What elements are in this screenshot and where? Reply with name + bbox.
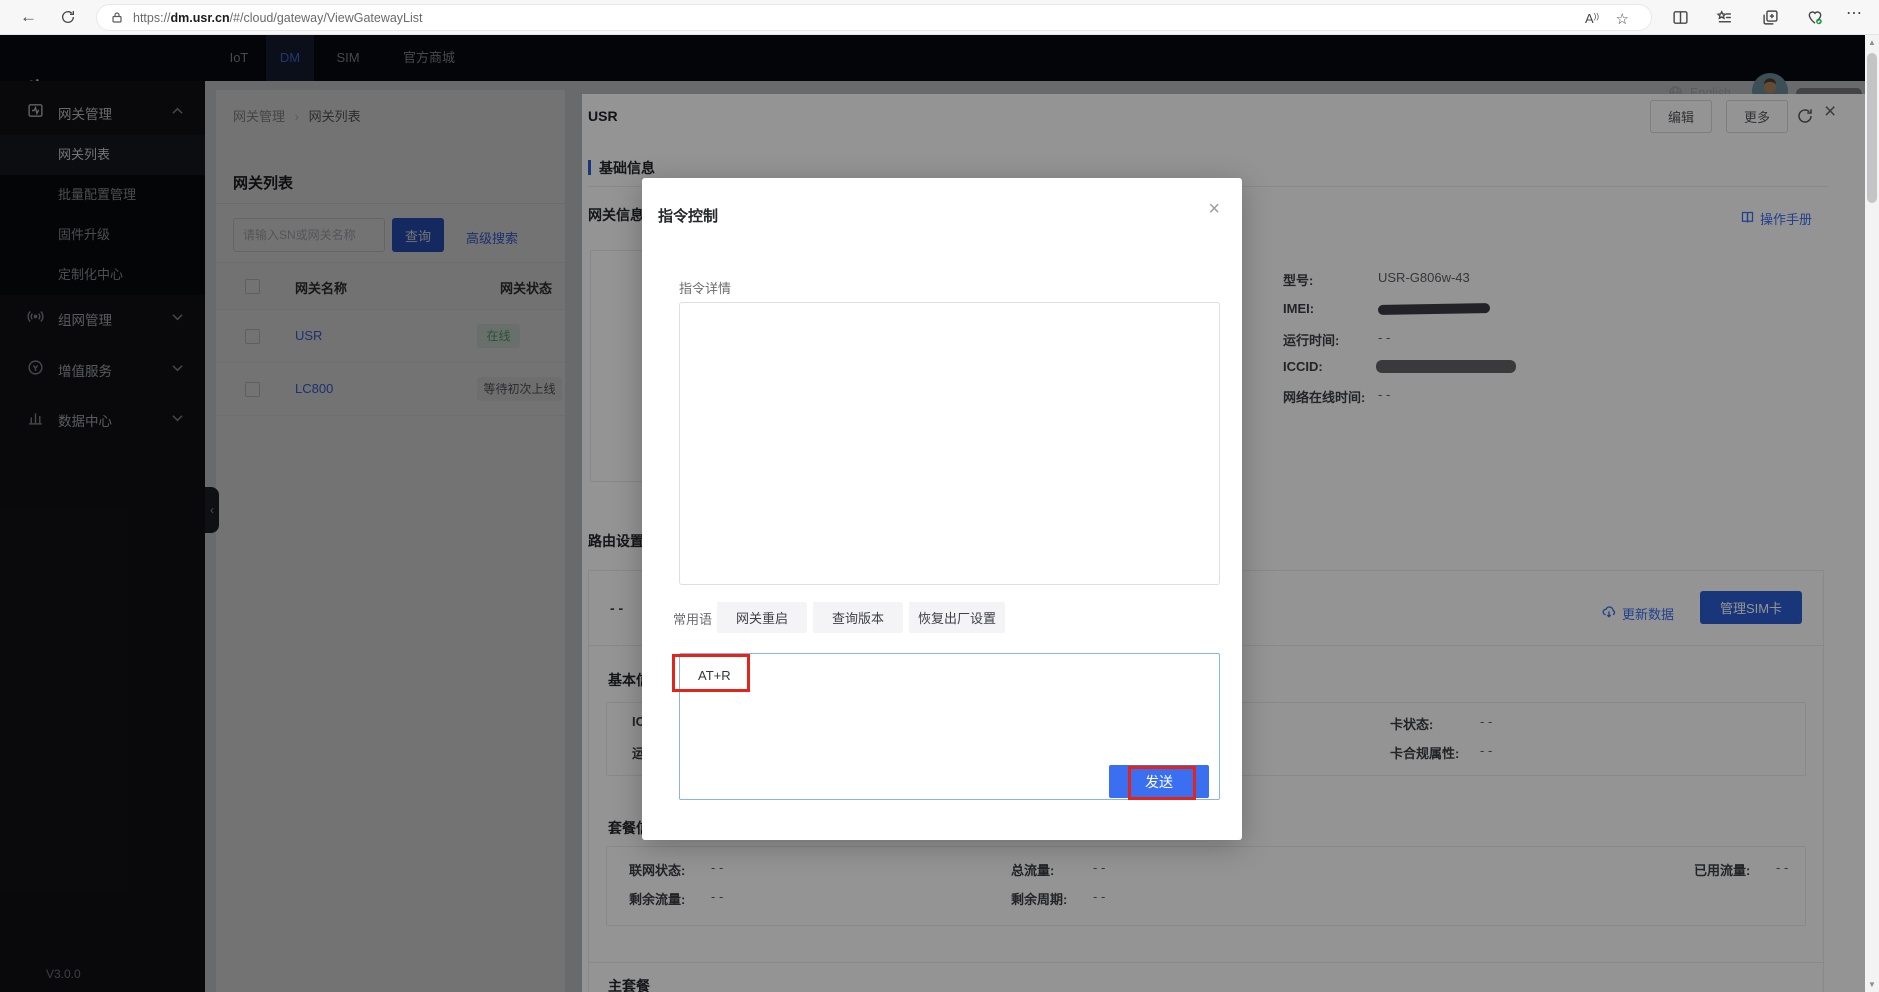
quick-button-factory-reset[interactable]: 恢复出厂设置: [909, 602, 1005, 633]
modal-title: 指令控制: [658, 205, 718, 226]
command-detail-label: 指令详情: [679, 278, 731, 297]
quick-button-reboot[interactable]: 网关重启: [717, 602, 807, 633]
scroll-down-icon[interactable]: ▼: [1865, 980, 1879, 989]
browser-refresh-icon[interactable]: [60, 9, 76, 25]
scroll-up-icon[interactable]: ▲: [1865, 38, 1879, 47]
split-screen-icon[interactable]: [1672, 9, 1689, 26]
read-aloud-icon[interactable]: A)): [1585, 11, 1599, 26]
modal-close-icon[interactable]: ×: [1208, 198, 1220, 221]
url-text[interactable]: https://dm.usr.cn/#/cloud/gateway/ViewGa…: [133, 11, 423, 25]
command-input-box[interactable]: AT+R 发送: [679, 653, 1220, 800]
favorites-list-icon[interactable]: [1716, 9, 1733, 26]
quick-button-query-version[interactable]: 查询版本: [813, 602, 903, 633]
favorite-star-icon[interactable]: ☆: [1616, 10, 1629, 28]
scrollbar-thumb[interactable]: [1867, 53, 1877, 203]
address-bar[interactable]: https://dm.usr.cn/#/cloud/gateway/ViewGa…: [96, 4, 1652, 31]
common-phrases-label: 常用语: [673, 609, 712, 628]
command-detail-textarea[interactable]: [679, 302, 1220, 585]
browser-more-icon[interactable]: ⋯: [1846, 5, 1862, 22]
command-value[interactable]: AT+R: [698, 668, 731, 683]
browser-toolbar: ← https://dm.usr.cn/#/cloud/gateway/View…: [0, 0, 1879, 35]
browser-essentials-icon[interactable]: [1806, 9, 1824, 26]
lock-icon[interactable]: [111, 11, 123, 24]
send-button[interactable]: 发送: [1109, 765, 1209, 798]
browser-back-icon[interactable]: ←: [20, 8, 37, 25]
collections-icon[interactable]: [1762, 9, 1779, 26]
page-scrollbar[interactable]: ▲ ▼: [1865, 35, 1879, 992]
command-control-modal: 指令控制 × 指令详情 常用语 网关重启 查询版本 恢复出厂设置 AT+R 发送: [642, 178, 1242, 840]
